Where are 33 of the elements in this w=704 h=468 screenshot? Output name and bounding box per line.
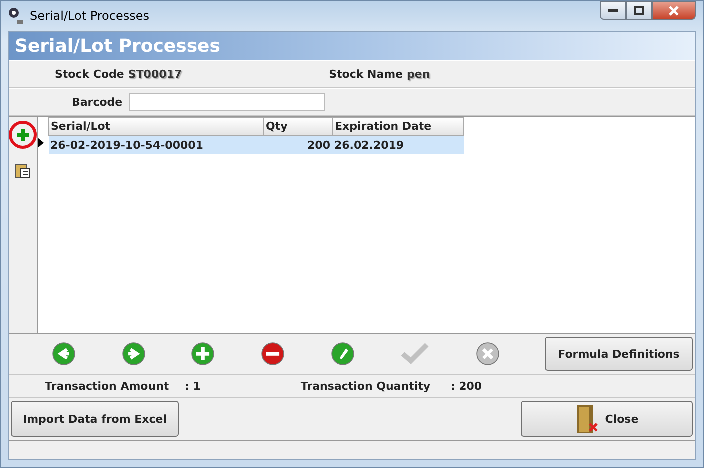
barcode-field[interactable]: [128, 93, 325, 111]
total-label: Transaction Amount: [45, 380, 170, 392]
column-header[interactable]: Expiration Date: [332, 118, 464, 136]
minimize-icon: [608, 8, 618, 12]
column-header[interactable]: Serial/Lot: [48, 118, 264, 136]
stock-code-value: ST00017: [128, 68, 182, 80]
app-icon: [8, 7, 24, 25]
total-value: : 200: [450, 380, 482, 392]
table-cell: 26-02-2019-10-54-00001: [48, 136, 264, 154]
total-value: : 1: [185, 380, 201, 392]
barcode-label: Barcode: [72, 96, 123, 108]
panel-header: Serial/Lot Processes: [9, 32, 695, 60]
import-excel-button[interactable]: Import Data from Excel: [11, 401, 179, 437]
stock-name-value: pen: [407, 68, 430, 80]
remove-icon[interactable]: [260, 342, 285, 366]
close-icon: [669, 6, 679, 16]
total-label: Transaction Quantity: [300, 380, 432, 392]
minimize-button[interactable]: [600, 1, 626, 20]
edit-icon[interactable]: [330, 342, 355, 366]
restore-icon: [634, 6, 644, 15]
stock-name-label: Stock Name: [329, 68, 404, 80]
maximize-button[interactable]: [626, 1, 652, 20]
add-icon[interactable]: [191, 342, 216, 366]
close-button[interactable]: Close: [521, 401, 693, 437]
table-cell: 26.02.2019: [332, 136, 464, 154]
window-title: Serial/Lot Processes: [30, 9, 150, 23]
door-icon: [575, 404, 600, 434]
close-window-button[interactable]: [652, 1, 696, 20]
row-pointer-icon: [38, 138, 44, 148]
table-cell: 200: [264, 136, 332, 154]
formula-definitions-button[interactable]: Formula Definitions: [545, 337, 693, 371]
stock-code-label: Stock Code: [55, 68, 124, 80]
column-header[interactable]: Qty: [264, 118, 332, 136]
